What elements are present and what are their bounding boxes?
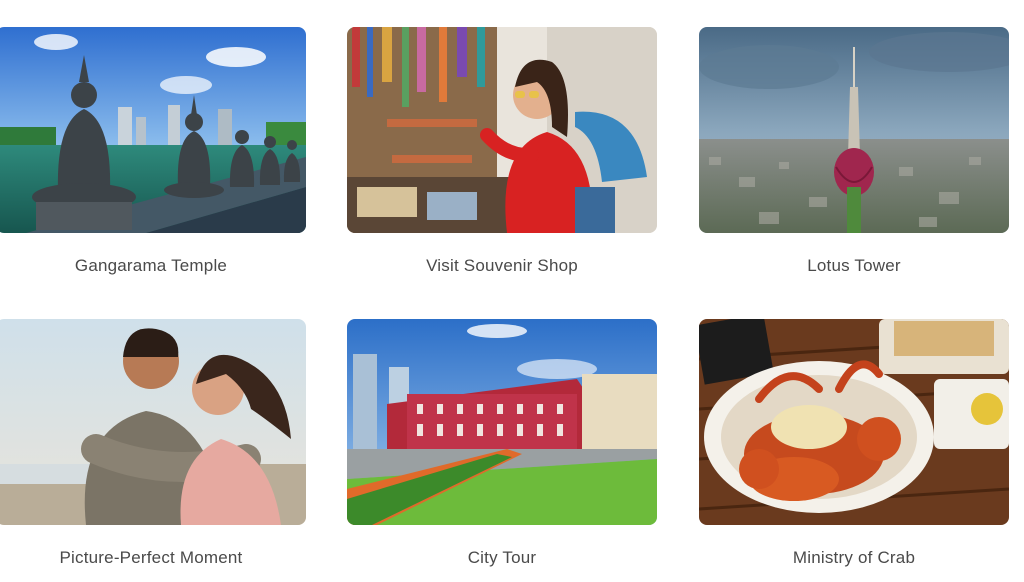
attraction-card-picture-perfect-moment[interactable]: Picture-Perfect Moment [0,319,306,567]
buddha-statues-lake-photo[interactable] [0,27,306,233]
attractions-grid: Gangarama Temple Visit Souvenir Shop Lot… [0,0,1024,582]
crab-dish-photo[interactable] [699,319,1009,525]
attraction-title[interactable]: Picture-Perfect Moment [0,548,306,568]
attraction-title[interactable]: Ministry of Crab [699,548,1009,568]
souvenir-shop-woman-photo[interactable] [347,27,657,233]
couple-beach-photo[interactable] [0,319,306,525]
attraction-title[interactable]: Lotus Tower [699,256,1009,276]
attraction-title[interactable]: City Tour [347,548,657,568]
attraction-title[interactable]: Gangarama Temple [0,256,306,276]
attraction-card-souvenir-shop[interactable]: Visit Souvenir Shop [347,27,657,275]
colombo-red-building-photo[interactable] [347,319,657,525]
attraction-card-city-tour[interactable]: City Tour [347,319,657,567]
attraction-card-gangarama-temple[interactable]: Gangarama Temple [0,27,306,275]
attraction-card-ministry-of-crab[interactable]: Ministry of Crab [699,319,1009,567]
attraction-title[interactable]: Visit Souvenir Shop [347,256,657,276]
attraction-card-lotus-tower[interactable]: Lotus Tower [699,27,1009,275]
lotus-tower-aerial-photo[interactable] [699,27,1009,233]
